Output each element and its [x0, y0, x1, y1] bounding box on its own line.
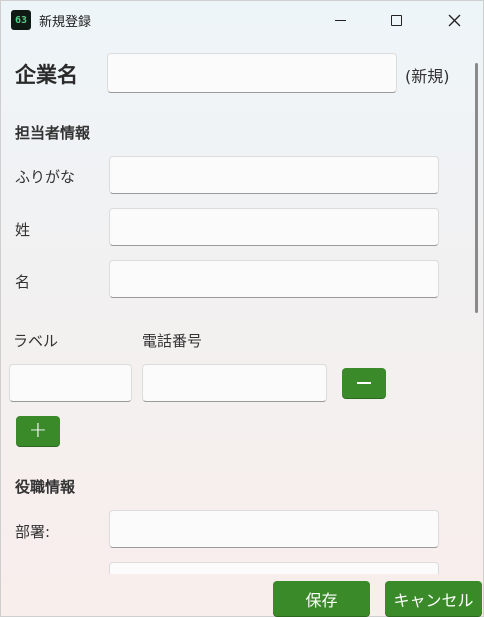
- department-label: 部署:: [15, 523, 51, 541]
- cancel-button[interactable]: キャンセル: [385, 581, 482, 616]
- phone-number-input[interactable]: [142, 364, 327, 402]
- last-name-label: 姓: [15, 221, 31, 239]
- save-button[interactable]: 保存: [273, 581, 370, 616]
- minimize-icon: [334, 19, 346, 21]
- title-bar: 63 新規登録: [1, 1, 484, 39]
- furigana-input[interactable]: [109, 156, 439, 194]
- first-name-label: 名: [15, 273, 31, 291]
- close-button[interactable]: [431, 1, 477, 39]
- minus-icon: [357, 382, 371, 384]
- phone-number-header: 電話番号: [142, 332, 203, 350]
- phone-label-header: ラベル: [13, 332, 59, 350]
- company-label: 企業名: [15, 63, 78, 87]
- department-input[interactable]: [109, 510, 439, 548]
- contact-section-title: 担当者情報: [15, 124, 91, 142]
- company-name-input[interactable]: [107, 53, 397, 93]
- minimize-button[interactable]: [317, 1, 363, 39]
- furigana-label: ふりがな: [15, 168, 76, 186]
- app-icon: 63: [11, 10, 31, 30]
- last-name-input[interactable]: [109, 208, 439, 246]
- first-name-input[interactable]: [109, 260, 439, 298]
- remove-phone-button[interactable]: [342, 368, 386, 398]
- new-status-note: (新規): [405, 67, 450, 86]
- close-icon: [448, 14, 460, 26]
- position-input-partial[interactable]: [109, 562, 439, 574]
- maximize-icon: [390, 14, 402, 26]
- window-title: 新規登録: [39, 15, 92, 30]
- role-section-title: 役職情報: [15, 478, 76, 496]
- add-phone-button[interactable]: +: [16, 416, 60, 446]
- plus-icon: +: [28, 418, 48, 443]
- maximize-button[interactable]: [373, 1, 419, 39]
- phone-label-input[interactable]: [9, 364, 132, 402]
- vertical-scrollbar[interactable]: [475, 63, 478, 313]
